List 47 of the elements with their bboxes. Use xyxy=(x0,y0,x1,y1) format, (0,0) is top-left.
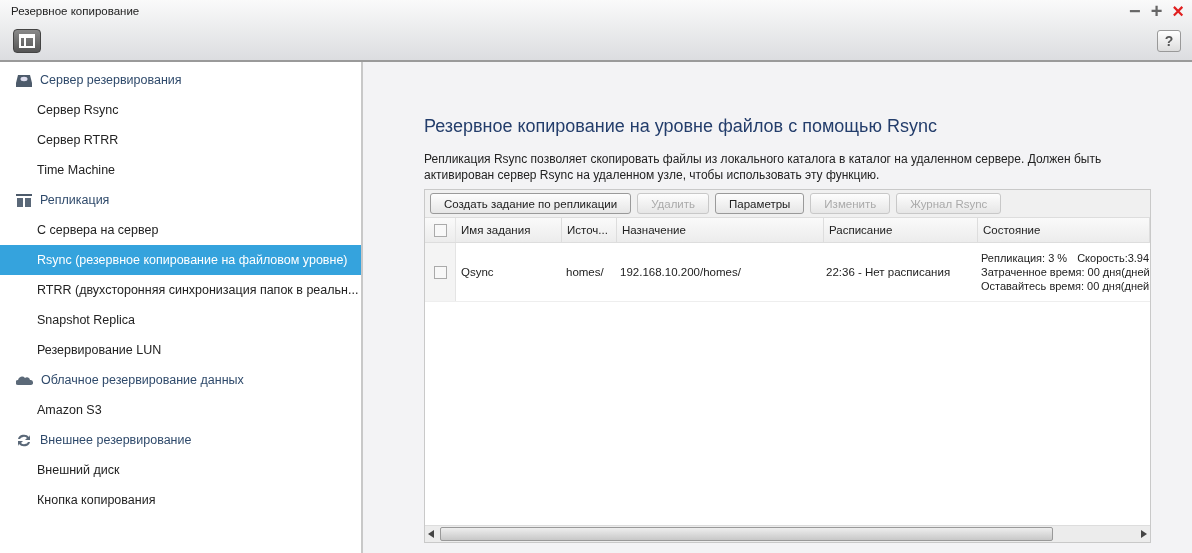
panel-toggle-button[interactable] xyxy=(13,29,41,53)
sidebar-item[interactable]: Snapshot Replica xyxy=(0,305,361,335)
horizontal-scrollbar[interactable] xyxy=(425,525,1150,542)
help-button[interactable]: ? xyxy=(1157,30,1181,52)
sidebar-item[interactable]: RTRR (двухсторонняя синхронизация папок в реальн... xyxy=(0,275,361,305)
column-header[interactable]: Имя задания xyxy=(456,218,562,242)
sidebar-group-label: Внешнее резервирование xyxy=(40,433,192,447)
scroll-left-icon[interactable] xyxy=(428,530,434,538)
scroll-right-icon[interactable] xyxy=(1140,530,1147,538)
table-cell-text: 192.168.10.200/homes/ xyxy=(619,265,742,280)
minimize-button[interactable]: − xyxy=(1128,2,1141,20)
sidebar-item[interactable]: Резервирование LUN xyxy=(0,335,361,365)
table-cell-text: Qsync xyxy=(460,265,495,280)
cloud-icon xyxy=(16,375,33,385)
sidebar-group-label: Репликация xyxy=(40,193,110,207)
status-text: Затраченное время: 00 дня(дней xyxy=(981,265,1150,279)
sidebar-item[interactable]: Сервер Rsync xyxy=(0,95,361,125)
description-text: Репликация Rsync позволяет скопировать файлы из локального каталога в каталог на удаленном сервере. Должен быть активирован сервер Rsync на удаленном узле, чтобы использовать эту функцию. xyxy=(424,151,1103,183)
page-heading: Резервное копирование на уровне файлов с помощью Rsync xyxy=(424,116,938,137)
maximize-button[interactable]: + xyxy=(1150,2,1163,20)
sidebar-item[interactable]: Amazon S3 xyxy=(0,395,361,425)
row-checkbox[interactable] xyxy=(433,265,447,279)
toolbar-button[interactable]: Создать задание по репликации xyxy=(430,193,632,214)
window-title: Резервное копирование xyxy=(11,5,140,17)
toolbar-button[interactable]: Параметры xyxy=(715,193,805,214)
status-text: Скорость:3.94 xyxy=(1077,251,1150,265)
table-cell-text: 22:36 - Нет расписания xyxy=(825,265,952,280)
drive-icon xyxy=(16,73,32,87)
status-text: Репликация: 3 % xyxy=(981,251,1068,265)
sidebar-group-label: Облачное резервирование данных xyxy=(41,373,244,387)
close-button[interactable]: × xyxy=(1172,2,1184,20)
sidebar-item[interactable]: Кнопка копирования xyxy=(0,485,361,515)
sidebar-item[interactable]: С сервера на сервер xyxy=(0,215,361,245)
select-all-checkbox[interactable] xyxy=(433,223,447,237)
sidebar-item[interactable]: Внешний диск xyxy=(0,455,361,485)
table-cell-text: homes/ xyxy=(565,265,605,280)
column-header[interactable]: Назначение xyxy=(617,218,824,242)
servers-icon xyxy=(16,193,32,207)
column-header[interactable]: Расписание xyxy=(824,218,978,242)
layout-icon xyxy=(19,34,35,48)
column-header[interactable]: Состояние xyxy=(978,218,1150,242)
column-header[interactable]: Источ... xyxy=(562,218,617,242)
sync-icon xyxy=(16,432,32,448)
sidebar-item[interactable]: Time Machine xyxy=(0,155,361,185)
sidebar-group-label: Сервер резервирования xyxy=(40,73,182,87)
status-text: Оставайтесь время: 00 дня(дней xyxy=(981,279,1150,293)
sidebar-item[interactable]: Сервер RTRR xyxy=(0,125,361,155)
